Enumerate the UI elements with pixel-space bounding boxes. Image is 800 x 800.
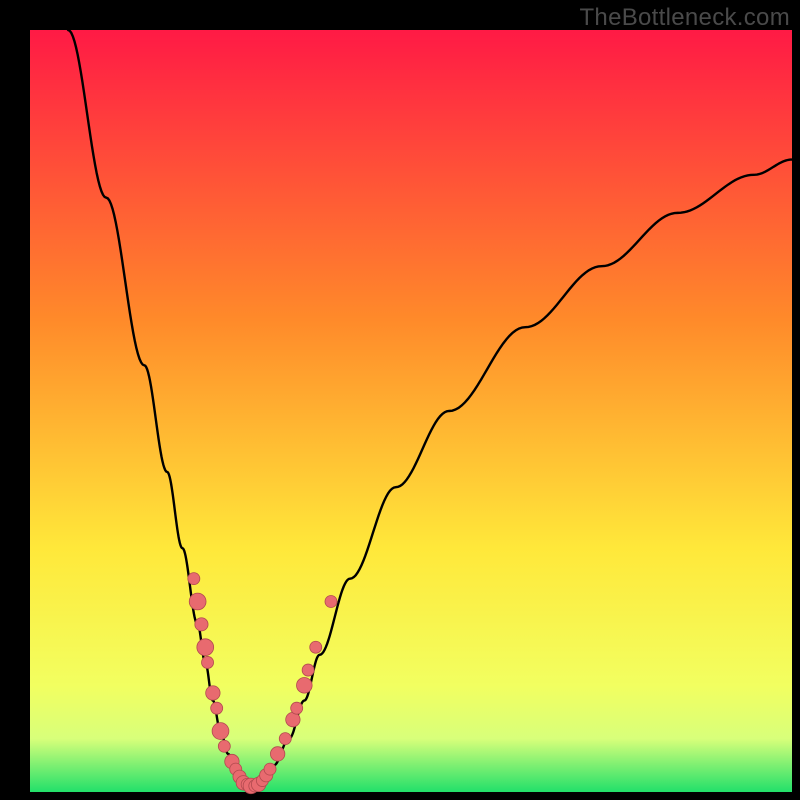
data-point xyxy=(195,618,208,631)
data-point xyxy=(270,747,284,761)
data-point xyxy=(212,723,229,740)
data-point xyxy=(202,656,214,668)
data-point xyxy=(218,740,230,752)
data-point xyxy=(264,763,276,775)
data-point xyxy=(310,641,322,653)
data-point xyxy=(197,639,214,656)
data-point xyxy=(189,593,206,610)
chart-svg xyxy=(30,30,792,792)
data-point xyxy=(286,712,300,726)
data-point xyxy=(279,733,291,745)
curve-right-branch xyxy=(251,160,792,786)
data-point xyxy=(297,678,313,694)
data-point xyxy=(291,702,303,714)
data-point xyxy=(211,702,223,714)
chart-frame: TheBottleneck.com xyxy=(0,0,800,800)
watermark-text: TheBottleneck.com xyxy=(579,4,790,32)
data-point xyxy=(188,573,200,585)
curve-left-branch xyxy=(68,30,251,786)
data-point xyxy=(325,596,337,608)
plot-area xyxy=(30,30,792,792)
data-point xyxy=(206,686,220,700)
data-point xyxy=(302,664,314,676)
